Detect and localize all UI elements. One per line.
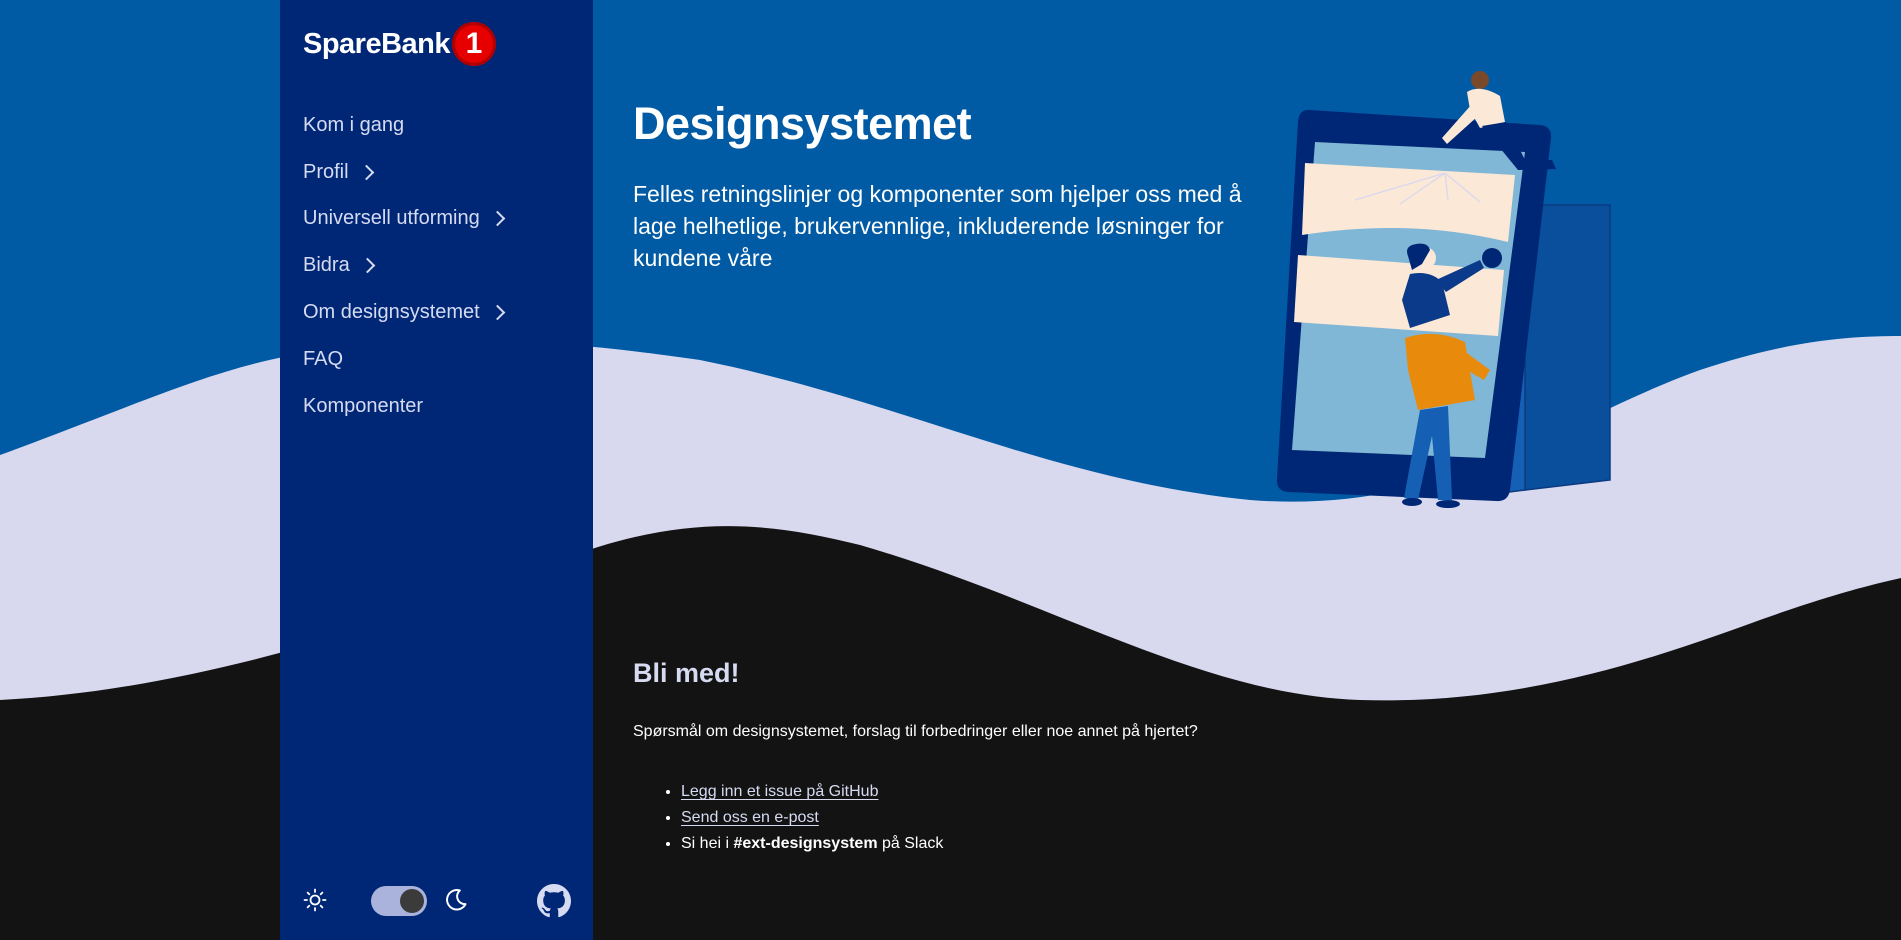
sun-icon[interactable] [303,888,327,912]
sidebar-item-label: FAQ [303,347,344,370]
sidebar-item-bidra[interactable]: Bidra [303,242,503,289]
chevron-right-icon [489,211,506,227]
github-issue-link[interactable]: Legg inn et issue på GitHub [681,783,878,800]
theme-toggle[interactable] [371,886,427,916]
sidebar-item-faq[interactable]: FAQ [303,336,503,383]
sidebar-nav: Kom i gang Profil Universell utforming B… [303,102,506,430]
sidebar-item-kom-i-gang[interactable]: Kom i gang [303,102,503,149]
slack-suffix: på Slack [882,835,944,852]
join-list: Legg inn et issue på GitHub Send oss en … [633,779,943,857]
sidebar-item-label: Komponenter [303,394,424,417]
list-item: Si hei i #ext-designsystem på Slack [681,831,943,857]
join-text: Spørsmål om designsystemet, forslag til … [633,723,1198,740]
sidebar-item-label: Om designsystemet [303,301,480,324]
slack-prefix: Si hei i [681,835,730,852]
list-item: Send oss en e-post [681,805,943,831]
slack-channel: #ext-designsystem [733,835,878,852]
sidebar-item-label: Universell utforming [303,207,480,230]
sidebar-item-komponenter[interactable]: Komponenter [303,383,503,430]
logo-wordmark: SpareBank [303,27,451,60]
email-link[interactable]: Send oss en e-post [681,809,819,826]
sidebar: SpareBank 1 Kom i gang Profil Universell… [280,0,593,940]
sidebar-item-om-designsystemet[interactable]: Om designsystemet [303,289,506,336]
chevron-right-icon [359,258,375,274]
page-title: Designsystemet [633,98,972,149]
list-item: Legg inn et issue på GitHub [681,779,943,805]
sparebank-logo[interactable]: SpareBank 1 [303,21,497,67]
logo-badge: 1 [452,22,497,66]
hero-illustration [1276,71,1611,508]
theme-toggle-knob [400,889,424,913]
chevron-right-icon [489,304,506,321]
join-heading: Bli med! [633,658,740,688]
chevron-right-icon [358,164,374,180]
hero-lead: Felles retningslinjer og komponenter som… [633,181,1242,271]
sidebar-item-label: Profil [303,160,349,183]
moon-icon[interactable] [443,887,469,913]
sidebar-item-label: Bidra [303,254,350,277]
github-icon[interactable] [537,884,571,918]
sidebar-footer [303,880,571,920]
sidebar-item-label: Kom i gang [303,113,405,136]
logo-badge-number: 1 [465,27,483,60]
sidebar-item-universell-utforming[interactable]: Universell utforming [303,196,506,243]
sidebar-item-profil[interactable]: Profil [303,149,503,196]
